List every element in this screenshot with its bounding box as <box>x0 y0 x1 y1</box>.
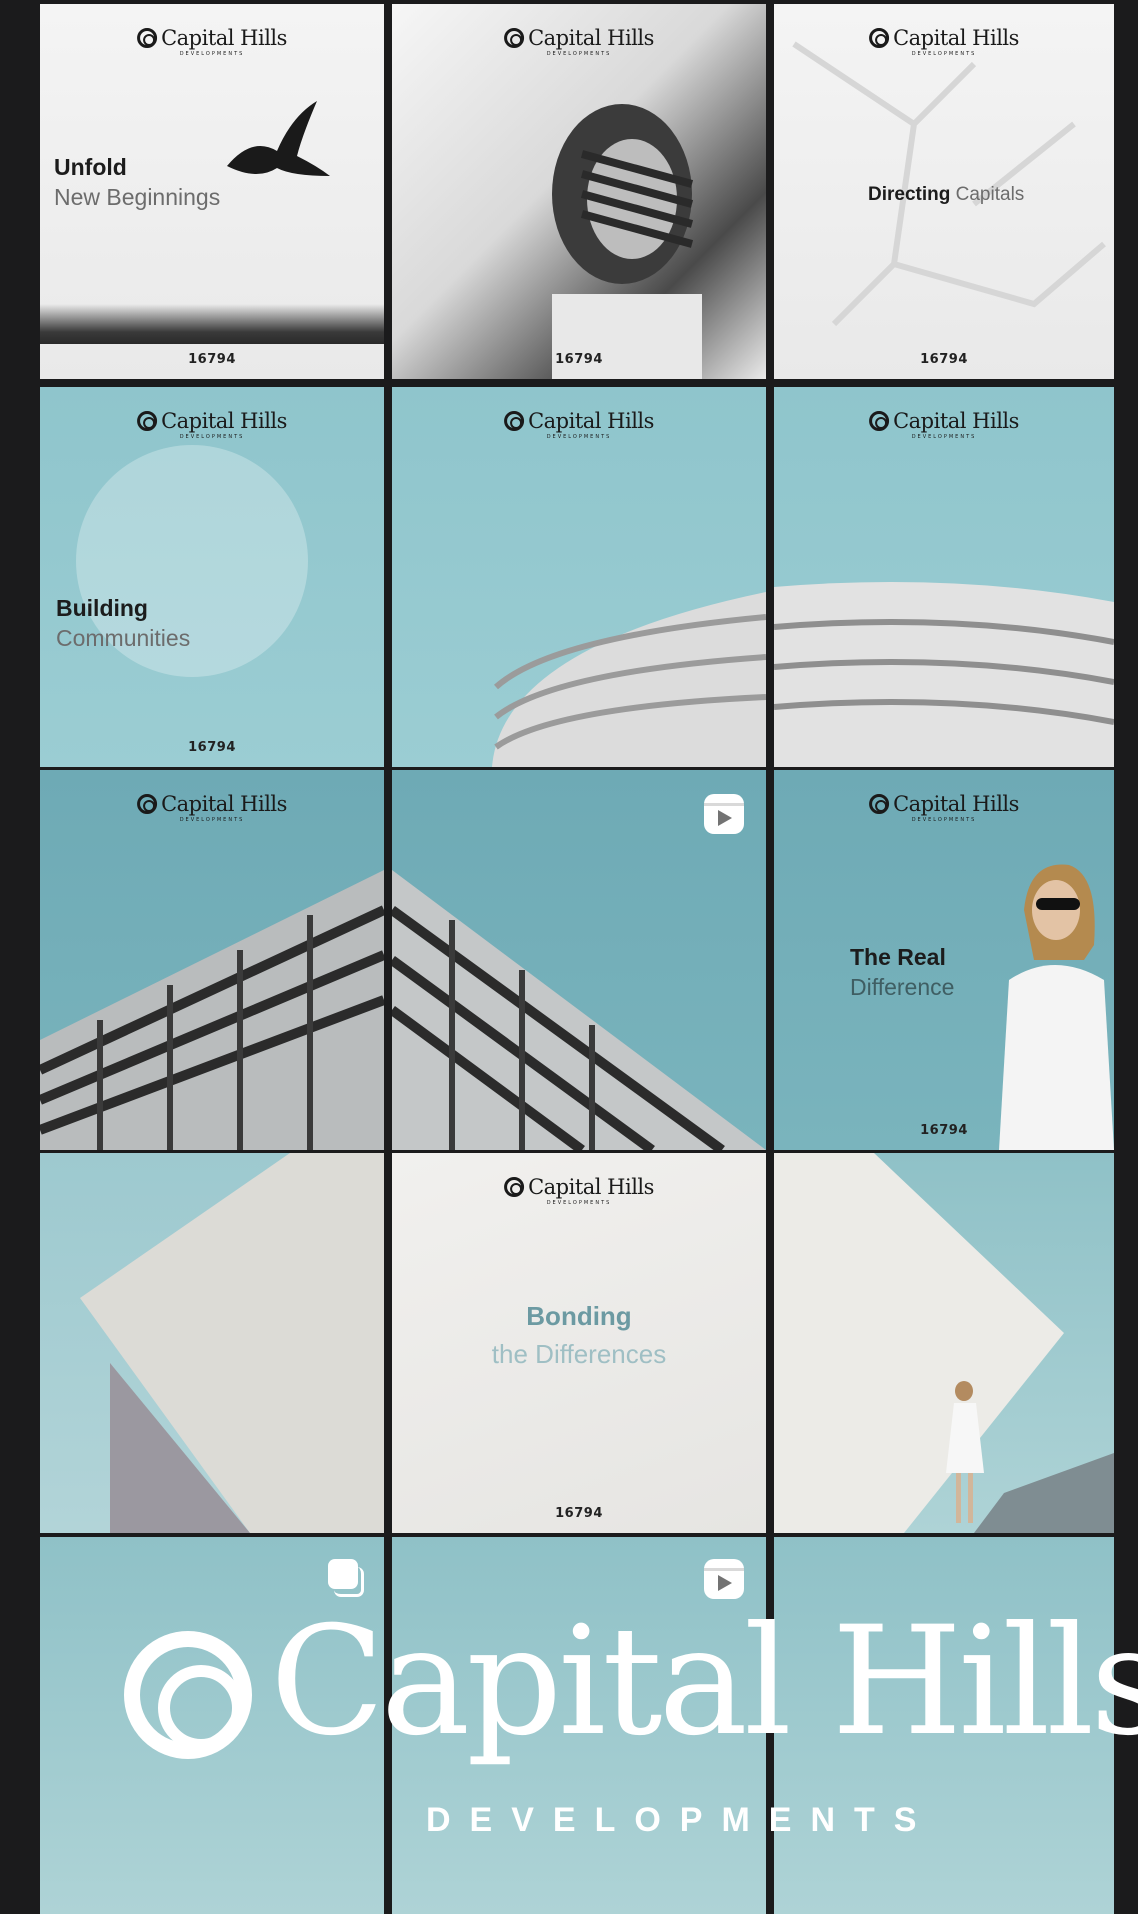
glass-building-graphic <box>392 870 766 1150</box>
brand-logo: Capital Hills DEVELOPMENTS <box>504 26 654 57</box>
post-tagline: Directing Capitals <box>868 184 1025 205</box>
post-glass-building-right[interactable] <box>392 770 766 1150</box>
capital-hills-logo-icon <box>869 794 890 814</box>
post-tagline: The Real Difference <box>850 944 955 1000</box>
bird-silhouette <box>227 101 330 176</box>
capital-hills-logo-icon <box>137 411 158 431</box>
post-brand-banner-center[interactable] <box>392 1537 766 1914</box>
post-building-communities[interactable]: Capital Hills DEVELOPMENTS Building Comm… <box>40 387 384 767</box>
brand-logo: Capital Hills DEVELOPMENTS <box>869 792 1019 823</box>
capital-hills-logo-icon <box>137 28 158 48</box>
post-woman-on-wall[interactable] <box>774 1153 1114 1533</box>
wall-and-figure-graphic <box>774 1153 1114 1533</box>
capital-hills-logo-icon <box>504 28 525 48</box>
post-tagline: Building Communities <box>56 595 191 651</box>
shadow-ledge <box>40 304 384 344</box>
round-building-graphic <box>492 592 766 767</box>
post-glass-building-left[interactable]: Capital Hills DEVELOPMENTS <box>40 770 384 1150</box>
post-tagline: Unfold New Beginnings <box>54 154 221 210</box>
woman-in-white-suit <box>999 864 1114 1150</box>
brand-logo: Capital Hills DEVELOPMENTS <box>137 26 287 57</box>
post-directing-capitals[interactable]: Capital Hills DEVELOPMENTS Directing Cap… <box>774 4 1114 379</box>
concrete-wall-graphic <box>80 1153 384 1533</box>
post-round-building-right[interactable]: Capital Hills DEVELOPMENTS <box>774 387 1114 767</box>
reel-icon <box>704 1559 744 1599</box>
post-the-real-difference[interactable]: Capital Hills DEVELOPMENTS The Real Diff… <box>774 770 1114 1150</box>
post-brand-banner-left[interactable] <box>40 1537 384 1914</box>
post-tagline: Bonding the Differences <box>491 1301 667 1369</box>
carousel-icon <box>324 1559 364 1599</box>
brand-logo: Capital Hills DEVELOPMENTS <box>137 409 287 440</box>
round-building-graphic <box>774 582 1114 767</box>
post-brand-banner-right[interactable] <box>774 1537 1114 1914</box>
post-unfold-new-beginnings[interactable]: Capital Hills DEVELOPMENTS Unfold New Be… <box>40 4 384 379</box>
post-round-building-left[interactable]: Capital Hills DEVELOPMENTS <box>392 387 766 767</box>
post-portrait-shadow[interactable]: Capital Hills DEVELOPMENTS 16794 <box>392 4 766 379</box>
woman-portrait <box>552 104 702 379</box>
profile-post-grid: Capital Hills DEVELOPMENTS Unfold New Be… <box>40 4 1114 1914</box>
capital-hills-logo-icon <box>504 1177 525 1197</box>
brand-logo: Capital Hills DEVELOPMENTS <box>504 1175 654 1206</box>
glass-building-graphic <box>40 870 384 1150</box>
post-bonding-the-differences[interactable]: Capital Hills DEVELOPMENTS Bonding the D… <box>392 1153 766 1533</box>
post-concrete-wall-left[interactable] <box>40 1153 384 1533</box>
